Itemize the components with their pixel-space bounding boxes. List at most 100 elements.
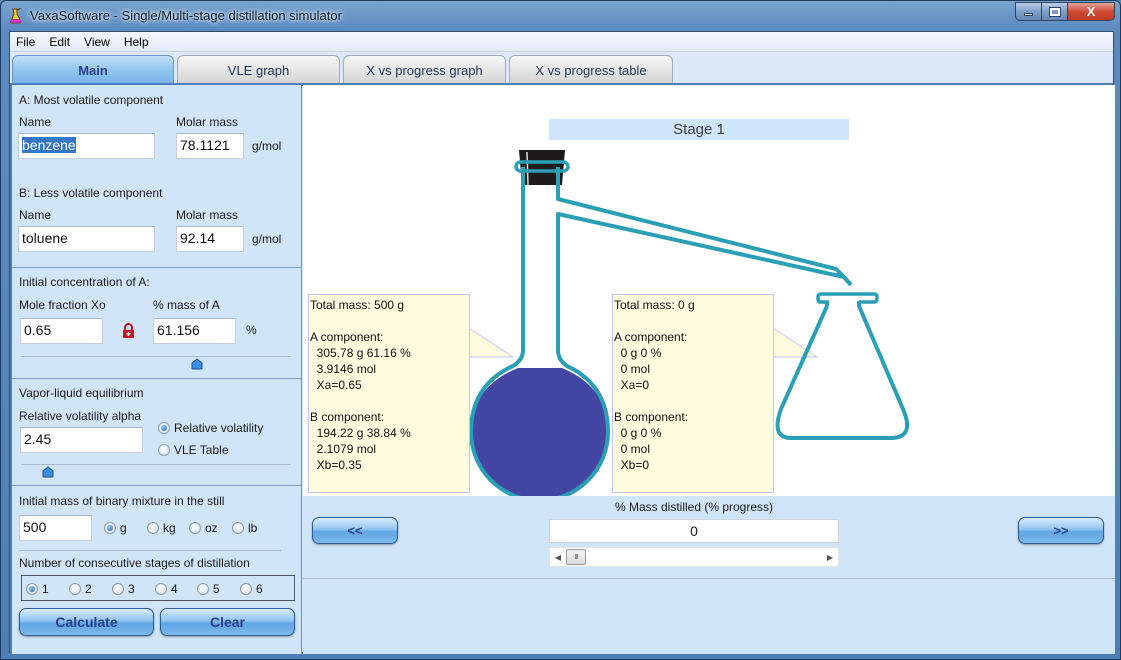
radio-label: g: [120, 521, 127, 535]
client-area: File Edit View Help Main VLE graph X vs …: [9, 31, 1115, 654]
radio-label: 6: [256, 582, 263, 596]
menu-view[interactable]: View: [84, 35, 110, 49]
mass-percent-input[interactable]: 61.156: [153, 318, 236, 344]
minimize-button[interactable]: [1015, 2, 1042, 21]
info-line: [310, 313, 468, 329]
radio-dot: [155, 583, 167, 595]
component-b-molar-input[interactable]: 92.14: [176, 226, 244, 252]
info-line: [614, 313, 772, 329]
next-button[interactable]: >>: [1018, 517, 1104, 544]
stages-radio-1[interactable]: 1: [26, 582, 49, 596]
radio-dot: [189, 522, 201, 534]
scroll-thumb[interactable]: III: [566, 549, 586, 565]
component-a-unit: g/mol: [252, 139, 282, 153]
unit-kg-radio[interactable]: kg: [147, 521, 176, 535]
vle-section: Vapor-liquid equilibrium Relative volati…: [12, 379, 302, 486]
mass-percent-unit: %: [246, 323, 257, 337]
clear-button[interactable]: Clear: [160, 608, 295, 636]
radio-dot: [240, 583, 252, 595]
radio-label: 5: [213, 582, 220, 596]
concentration-slider-track[interactable]: [21, 356, 291, 357]
component-a-name-label: Name: [19, 115, 52, 129]
tab-vle-graph[interactable]: VLE graph: [177, 55, 340, 84]
progress-label: % Mass distilled (% progress): [614, 500, 774, 514]
unit-g-radio[interactable]: g: [104, 521, 127, 535]
scroll-right-icon[interactable]: ▶: [822, 548, 838, 566]
alpha-input[interactable]: 2.45: [20, 427, 143, 453]
maximize-button[interactable]: [1042, 2, 1068, 21]
radio-label: kg: [163, 521, 176, 535]
unit-oz-radio[interactable]: oz: [189, 521, 218, 535]
alpha-slider-track[interactable]: [21, 464, 291, 465]
close-icon: X: [1086, 4, 1096, 19]
app-window: VaxaSoftware - Single/Multi-stage distil…: [0, 0, 1121, 660]
radio-dot: [69, 583, 81, 595]
lock-icon[interactable]: [122, 323, 135, 339]
vle-option-vle-table[interactable]: VLE Table: [158, 443, 229, 457]
stages-radio-4[interactable]: 4: [155, 582, 178, 596]
tab-strip: Main VLE graph X vs progress graph X vs …: [10, 53, 1113, 84]
menu-edit[interactable]: Edit: [49, 35, 70, 49]
divider: [303, 578, 1115, 579]
menu-file[interactable]: File: [16, 35, 35, 49]
info-line: 0 mol: [614, 442, 651, 456]
stages-radio-5[interactable]: 5: [197, 582, 220, 596]
stages-radio-3[interactable]: 3: [112, 582, 135, 596]
mass-heading: Initial mass of binary mixture in the st…: [19, 494, 225, 508]
progress-scrollbar[interactable]: ◀ III ▶: [549, 547, 839, 567]
vle-option-relative-volatility[interactable]: Relative volatility: [158, 421, 263, 435]
minimize-icon: [1024, 13, 1033, 16]
calculate-button[interactable]: Calculate: [19, 608, 154, 636]
tab-main[interactable]: Main: [12, 55, 174, 84]
stages-heading: Number of consecutive stages of distilla…: [19, 556, 250, 570]
info-line: A component:: [614, 330, 688, 344]
info-line: B component:: [310, 410, 385, 424]
receiver-info-callout: Total mass: 0 g A component: 0 g 0 % 0 mo…: [612, 294, 774, 493]
info-line: A component:: [310, 330, 384, 344]
still-liquid: [471, 368, 608, 496]
radio-label: 1: [42, 582, 49, 596]
alpha-label: Relative volatility alpha: [19, 409, 142, 423]
mass-input[interactable]: 500: [19, 515, 92, 541]
progress-value-field[interactable]: 0: [549, 519, 839, 543]
title-bar[interactable]: VaxaSoftware - Single/Multi-stage distil…: [1, 1, 1120, 31]
radio-dot: [26, 583, 38, 595]
info-line: 0 g 0 %: [614, 346, 662, 360]
radio-label: VLE Table: [174, 443, 229, 457]
radio-dot: [197, 583, 209, 595]
vle-heading: Vapor-liquid equilibrium: [19, 386, 144, 400]
previous-button[interactable]: <<: [312, 517, 398, 544]
scroll-left-icon[interactable]: ◀: [550, 548, 566, 566]
component-a-molar-input[interactable]: 78.1121: [176, 133, 244, 159]
unit-lb-radio[interactable]: lb: [232, 521, 257, 535]
radio-dot: [232, 522, 244, 534]
info-line: 3.9146 mol: [310, 362, 377, 376]
concentration-slider-thumb[interactable]: [191, 358, 203, 370]
distillation-stage-view: Stage 1 Total mass: 500 g A component: 3…: [303, 85, 1115, 496]
maximize-icon: [1048, 6, 1061, 17]
stages-radio-6[interactable]: 6: [240, 582, 263, 596]
mole-fraction-input[interactable]: 0.65: [20, 318, 103, 344]
component-a-name-input[interactable]: benzene: [18, 133, 155, 159]
radio-dot: [158, 444, 170, 456]
radio-dot: [158, 422, 170, 434]
component-b-name-input[interactable]: toluene: [18, 226, 155, 252]
close-button[interactable]: X: [1068, 2, 1115, 21]
mole-fraction-label: Mole fraction Xo: [19, 298, 106, 312]
stages-radio-2[interactable]: 2: [69, 582, 92, 596]
component-b-molar-label: Molar mass: [176, 208, 239, 222]
component-b-unit: g/mol: [252, 232, 282, 246]
tab-x-vs-progress-graph[interactable]: X vs progress graph: [343, 55, 506, 84]
component-b-name-label: Name: [19, 208, 52, 222]
menu-help[interactable]: Help: [124, 35, 149, 49]
alpha-slider-thumb[interactable]: [42, 466, 54, 478]
mass-percent-label: % mass of A: [153, 298, 220, 312]
info-line: Xb=0: [614, 458, 650, 472]
info-line: [614, 393, 772, 409]
tab-x-vs-progress-table[interactable]: X vs progress table: [509, 55, 673, 84]
flask-app-icon: [10, 8, 22, 24]
receiver-neck: [825, 301, 861, 306]
info-line: 0 mol: [614, 362, 651, 376]
menu-bar: File Edit View Help: [10, 32, 1113, 52]
info-line: [310, 393, 468, 409]
